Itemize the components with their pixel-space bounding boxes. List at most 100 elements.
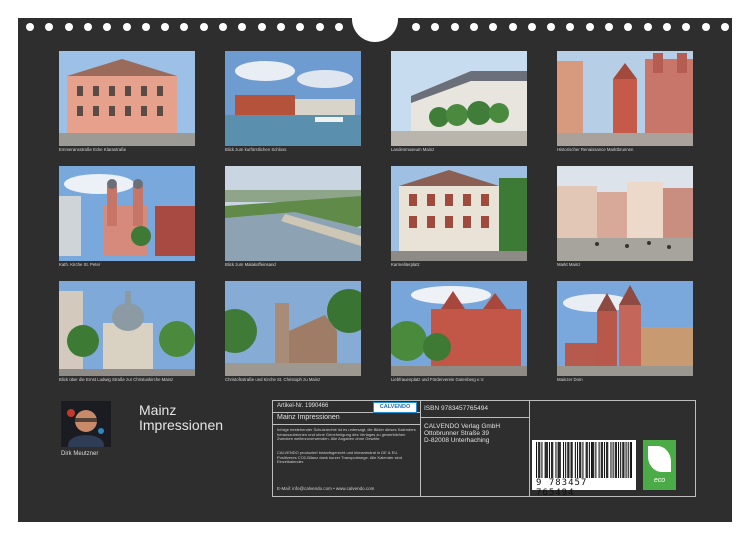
photo-caption: Historischer Renaissance Marktbrunnen xyxy=(557,147,634,152)
binding-hole xyxy=(720,23,729,31)
isbn: ISBN 9783457765494 xyxy=(424,405,488,412)
calendar-back-cover: Emmeransstraße Ecke Klarastraße Blick zu… xyxy=(18,6,732,522)
barcode-bar xyxy=(568,442,570,478)
photo-caption: Blick zum kurfürstlichen Schloss xyxy=(225,147,287,152)
binding-hole xyxy=(83,23,92,31)
barcode-bar xyxy=(576,442,579,478)
divider xyxy=(420,417,529,418)
barcode-bar xyxy=(614,442,616,478)
author-name: Dirk Meutzner xyxy=(61,451,99,457)
barcode-bar xyxy=(598,442,600,478)
binding-hole xyxy=(161,23,170,31)
binding-hole xyxy=(624,23,633,31)
binding-hole xyxy=(431,23,440,31)
barcode-bar xyxy=(627,442,629,478)
product-title: Mainz Impressionen xyxy=(277,414,340,421)
barcode-bar xyxy=(562,442,565,478)
barcode-bar xyxy=(536,442,538,478)
barcode-bar xyxy=(623,442,625,478)
photo-caption: Kath. Kirche St. Peter xyxy=(59,262,101,267)
binding-hole xyxy=(219,23,227,31)
binding-hole xyxy=(527,23,536,31)
binding-hole xyxy=(489,23,498,31)
barcode-bar xyxy=(567,442,569,478)
barcode: 9 783457 765494 xyxy=(532,440,636,498)
photo-karmeliterplatz xyxy=(391,166,527,261)
barcode-bar xyxy=(574,442,576,478)
barcode-bar xyxy=(551,442,553,478)
binding-hole xyxy=(238,23,247,31)
barcode-bar xyxy=(622,442,624,478)
photo-christuskirche xyxy=(59,281,195,376)
barcode-bars xyxy=(536,442,632,478)
publisher-street: Ottobrunner Straße 39 xyxy=(424,430,490,437)
binding-hole xyxy=(469,23,478,31)
photo-caption: Mainzer Dom xyxy=(557,377,583,382)
photo-st-christoph xyxy=(225,281,361,376)
hanger-notch xyxy=(352,6,398,42)
photo-landesmuseum xyxy=(391,51,527,146)
photo-caption: Blick zum Malakoffeinsand xyxy=(225,262,276,267)
photo-st-peter xyxy=(59,166,195,261)
photo-caption: Emmeransstraße Ecke Klarastraße xyxy=(59,147,127,152)
barcode-bar xyxy=(579,442,581,478)
photo-caption: Landesmuseum Mainz xyxy=(391,147,435,152)
eco-label: eco xyxy=(653,477,666,484)
binding-hole xyxy=(257,23,266,31)
photo-caption: Blick über die Ernst Ludwig Straße zur C… xyxy=(59,377,174,382)
barcode-bar xyxy=(591,442,593,478)
photo-caption: Markt Mainz xyxy=(557,262,581,267)
photo-markt-mainz xyxy=(557,166,693,261)
barcode-bar xyxy=(625,442,627,478)
calvendo-logo: CALVENDO xyxy=(373,402,417,413)
photo-emmeransstrasse xyxy=(59,51,195,146)
binding-hole xyxy=(26,23,34,31)
binding-hole xyxy=(45,23,54,31)
contact-line: E-Mail: info@calvendo.com • www.calvendo… xyxy=(277,486,375,491)
binding-hole xyxy=(566,23,575,31)
barcode-bar xyxy=(571,442,573,478)
legal-notice: Infolge bestehender Schutzrechte ist es … xyxy=(277,427,416,442)
barcode-bar xyxy=(559,442,561,478)
barcode-bar xyxy=(552,442,554,478)
calendar-title: Mainz Impressionen xyxy=(139,403,223,433)
barcode-bar xyxy=(580,442,582,478)
barcode-bar xyxy=(592,442,594,478)
binding-hole xyxy=(122,23,131,31)
barcode-bar xyxy=(541,442,543,478)
barcode-bar xyxy=(629,442,631,478)
barcode-bar xyxy=(585,442,587,478)
barcode-bar xyxy=(557,442,559,478)
calendar-title-line2: Impressionen xyxy=(139,417,224,433)
barcode-bar xyxy=(617,442,620,478)
barcode-number: 9 783457 765494 xyxy=(536,478,588,498)
barcode-bar xyxy=(607,442,609,478)
barcode-bar xyxy=(615,442,617,478)
binding-hole xyxy=(64,23,73,31)
product-info-box: Artikel-Nr. 1990466 CALVENDO Mainz Impre… xyxy=(272,400,696,498)
binding-hole xyxy=(276,23,285,31)
barcode-bar xyxy=(565,442,567,478)
barcode-bar xyxy=(600,442,602,478)
binding-hole xyxy=(508,23,517,31)
barcode-bar xyxy=(570,442,572,478)
binding-hole xyxy=(701,23,710,31)
barcode-bar xyxy=(588,442,590,478)
barcode-bar xyxy=(595,442,597,478)
barcode-bar xyxy=(612,442,614,478)
photo-mainzer-dom xyxy=(557,281,693,376)
barcode-bar xyxy=(630,442,632,478)
barcode-bar xyxy=(558,442,560,478)
author-portrait xyxy=(61,401,111,447)
divider xyxy=(420,401,421,496)
binding-hole xyxy=(547,23,556,31)
binding-hole xyxy=(450,23,459,31)
barcode-bar xyxy=(610,442,612,478)
barcode-bar xyxy=(538,442,540,478)
barcode-bar xyxy=(601,442,603,478)
binding-hole xyxy=(103,23,112,31)
barcode-bar xyxy=(548,442,551,478)
binding-hole xyxy=(199,23,208,31)
divider xyxy=(529,401,530,496)
barcode-bar xyxy=(539,442,541,478)
